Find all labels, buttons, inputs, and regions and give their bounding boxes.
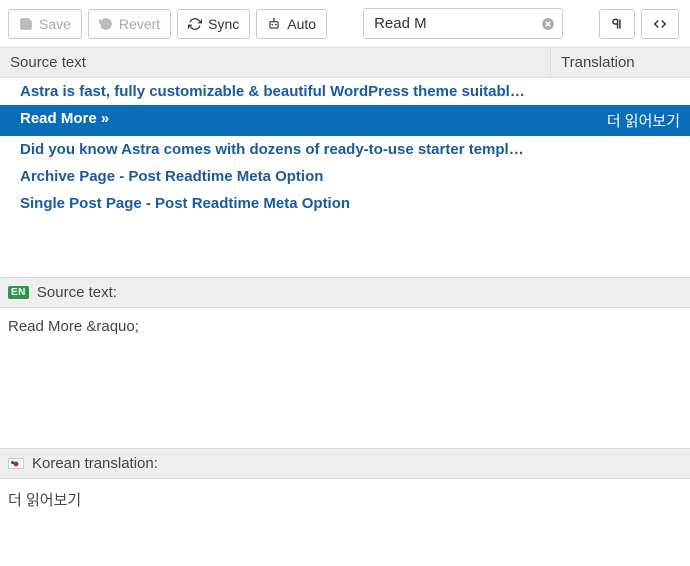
- search-wrap: [363, 8, 563, 39]
- save-button-label: Save: [39, 16, 71, 32]
- source-editor-header: EN Source text:: [0, 277, 690, 308]
- translation-editor-section: Korean translation: 더 읽어보기: [0, 448, 690, 520]
- row-translation-text: [550, 168, 690, 185]
- code-icon: [652, 17, 668, 31]
- auto-button-label: Auto: [287, 16, 316, 32]
- table-row[interactable]: Did you know Astra comes with dozens of …: [0, 136, 690, 163]
- row-translation-text: [550, 141, 690, 158]
- row-translation-text: [550, 195, 690, 212]
- right-tools: [599, 9, 679, 39]
- auto-button[interactable]: Auto: [256, 9, 327, 39]
- save-button[interactable]: Save: [8, 9, 82, 39]
- table-body: Astra is fast, fully customizable & beau…: [0, 78, 690, 217]
- clear-search-icon[interactable]: [539, 15, 557, 33]
- source-editor-body[interactable]: Read More &raquo;: [0, 308, 690, 448]
- korean-flag-icon: [8, 458, 24, 469]
- column-header-translation[interactable]: Translation: [550, 48, 690, 77]
- table-row[interactable]: Astra is fast, fully customizable & beau…: [0, 78, 690, 105]
- row-translation-text: [550, 83, 690, 100]
- translation-editor-header: Korean translation:: [0, 448, 690, 479]
- revert-button[interactable]: Revert: [88, 9, 171, 39]
- revert-icon: [99, 17, 113, 31]
- pilcrow-button[interactable]: [599, 9, 635, 39]
- robot-icon: [267, 17, 281, 31]
- search-input[interactable]: [363, 8, 563, 39]
- translation-editor-title: Korean translation:: [32, 455, 158, 472]
- table-header: Source text Translation: [0, 47, 690, 78]
- save-icon: [19, 17, 33, 31]
- table-row[interactable]: Read More »더 읽어보기: [0, 105, 690, 136]
- spacer: [0, 217, 690, 277]
- row-source-text: Archive Page - Post Readtime Meta Option: [0, 168, 550, 185]
- table-row[interactable]: Archive Page - Post Readtime Meta Option: [0, 163, 690, 190]
- sync-icon: [188, 17, 202, 31]
- row-source-text: Single Post Page - Post Readtime Meta Op…: [0, 195, 550, 212]
- row-source-text: Astra is fast, fully customizable & beau…: [0, 83, 550, 100]
- column-header-source[interactable]: Source text: [0, 48, 550, 77]
- row-translation-text: 더 읽어보기: [550, 110, 690, 131]
- row-source-text: Read More »: [0, 110, 550, 131]
- translation-editor-body[interactable]: 더 읽어보기: [0, 479, 690, 520]
- source-editor-title: Source text:: [37, 284, 117, 301]
- sync-button-label: Sync: [208, 16, 239, 32]
- toolbar: Save Revert Sync Auto: [0, 0, 690, 47]
- sync-button[interactable]: Sync: [177, 9, 250, 39]
- source-editor-section: EN Source text: Read More &raquo;: [0, 277, 690, 448]
- row-source-text: Did you know Astra comes with dozens of …: [0, 141, 550, 158]
- pilcrow-icon: [610, 16, 624, 32]
- revert-button-label: Revert: [119, 16, 160, 32]
- code-view-button[interactable]: [641, 9, 679, 39]
- source-lang-badge: EN: [8, 286, 29, 299]
- table-row[interactable]: Single Post Page - Post Readtime Meta Op…: [0, 190, 690, 217]
